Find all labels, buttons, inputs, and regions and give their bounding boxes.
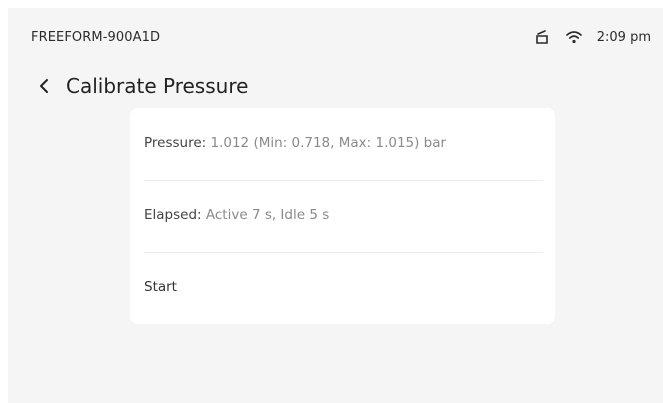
elapsed-text: Elapsed: Active 7 s, Idle 5 s xyxy=(144,207,329,223)
pressure-text: Pressure: 1.012 (Min: 0.718, Max: 1.015)… xyxy=(144,135,446,151)
page-header: Calibrate Pressure xyxy=(8,66,663,106)
calibration-card: Pressure: 1.012 (Min: 0.718, Max: 1.015)… xyxy=(130,108,555,324)
pressure-value: 1.012 (Min: 0.718, Max: 1.015) bar xyxy=(210,135,447,151)
device-name: FREEFORM-900A1D xyxy=(31,30,161,45)
clock: 2:09 pm xyxy=(596,29,651,45)
device-icon xyxy=(533,28,551,46)
start-label: Start xyxy=(144,279,177,295)
screen: FREEFORM-900A1D 2:09 pm Calibrate Pressu… xyxy=(8,8,663,403)
back-button[interactable] xyxy=(32,74,56,98)
status-bar: FREEFORM-900A1D 2:09 pm xyxy=(8,8,663,52)
chevron-left-icon xyxy=(40,79,48,93)
elapsed-row: Elapsed: Active 7 s, Idle 5 s xyxy=(130,180,555,252)
status-icons: 2:09 pm xyxy=(533,28,651,46)
elapsed-label: Elapsed: xyxy=(144,207,202,223)
elapsed-value: Active 7 s, Idle 5 s xyxy=(205,207,330,223)
pressure-label: Pressure: xyxy=(144,135,207,151)
start-button[interactable]: Start xyxy=(130,252,555,324)
page-title: Calibrate Pressure xyxy=(66,74,249,98)
pressure-row: Pressure: 1.012 (Min: 0.718, Max: 1.015)… xyxy=(130,108,555,180)
wifi-icon xyxy=(565,28,583,46)
